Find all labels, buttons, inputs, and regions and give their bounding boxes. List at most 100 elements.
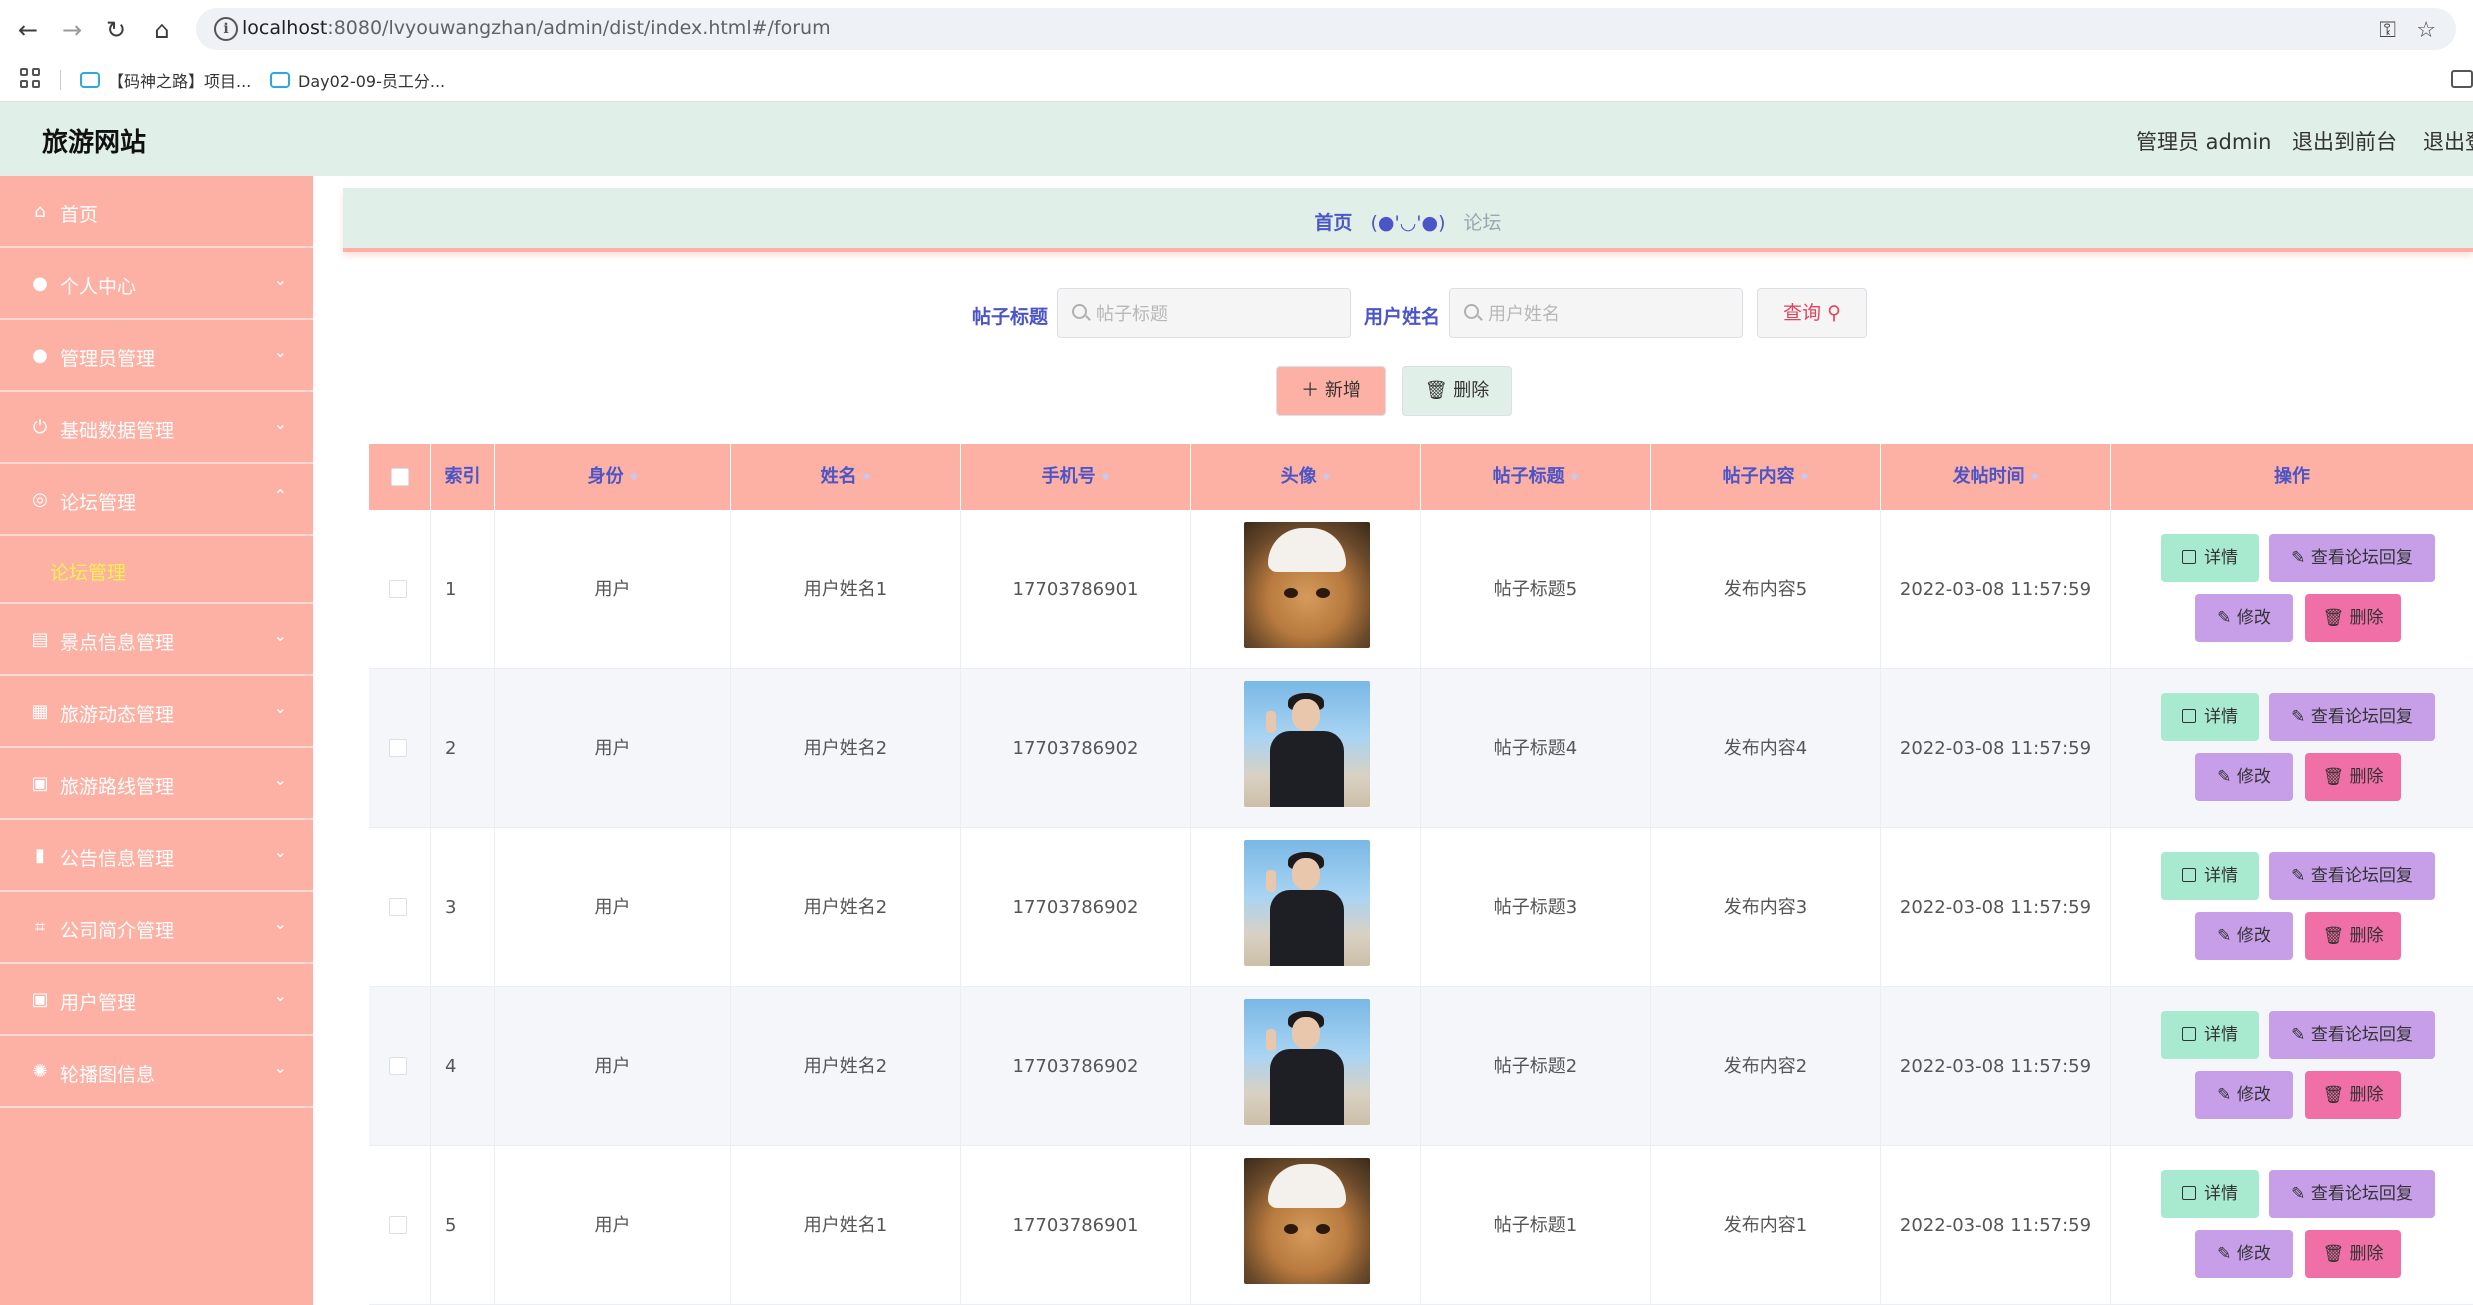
column-header[interactable]: 发帖时间 ◆ <box>1881 444 2111 510</box>
row-checkbox[interactable] <box>389 739 407 757</box>
index-cell: 4 <box>431 987 495 1146</box>
column-label: 操作 <box>2274 466 2310 487</box>
back-icon[interactable]: ← <box>12 14 44 46</box>
row-checkbox[interactable] <box>389 1057 407 1075</box>
edit-button[interactable]: ✎ 修改 <box>2195 1230 2293 1278</box>
query-button[interactable]: 查询 ⚲ <box>1757 288 1867 338</box>
avatar[interactable] <box>1244 999 1370 1125</box>
logout-link[interactable]: 退出登录 <box>2423 126 2473 156</box>
delete-selected-button[interactable]: 🗑 删除 <box>1402 366 1512 416</box>
detail-button[interactable]: 详情 <box>2161 852 2259 900</box>
forward-icon[interactable]: → <box>56 14 88 46</box>
key-icon[interactable]: ⚿ <box>2379 18 2396 43</box>
sidebar-item-routes[interactable]: ▣ 旅游路线管理 ⌄ <box>0 748 313 820</box>
breadcrumb-current: 论坛 <box>1463 212 1502 234</box>
view-replies-button[interactable]: ✎ 查看论坛回复 <box>2269 1011 2435 1059</box>
column-header[interactable]: 帖子标题 ◆ <box>1421 444 1651 510</box>
select-all-checkbox[interactable] <box>391 468 409 486</box>
delete-label: 删除 <box>2349 926 2384 946</box>
sidebar-item-attractions[interactable]: ▤ 景点信息管理 ⌄ <box>0 604 313 676</box>
sidebar-item-carousel[interactable]: ✺ 轮播图信息 ⌄ <box>0 1036 313 1108</box>
row-checkbox[interactable] <box>389 898 407 916</box>
operations-cell: 详情 ✎ 查看论坛回复 ✎ 修改 🗑 删除 <box>2111 669 2473 828</box>
detail-label: 详情 <box>2204 1184 2238 1204</box>
folder-icon[interactable] <box>2451 70 2473 88</box>
bookmark-item[interactable]: 【码神之路】项目... <box>80 68 251 92</box>
detail-button[interactable]: 详情 <box>2161 534 2259 582</box>
view-replies-button[interactable]: ✎ 查看论坛回复 <box>2269 1170 2435 1218</box>
sidebar-item-profile[interactable]: ● 个人中心 ⌄ <box>0 248 313 320</box>
sidebar-item-company[interactable]: ⌗ 公司简介管理 ⌄ <box>0 892 313 964</box>
bookmark-item[interactable]: Day02-09-员工分... <box>270 68 445 92</box>
row-checkbox[interactable] <box>389 1216 407 1234</box>
name-search-field[interactable] <box>1449 288 1743 338</box>
sidebar-item-users[interactable]: ▣ 用户管理 ⌄ <box>0 964 313 1036</box>
sidebar-item-admins[interactable]: ● 管理员管理 ⌄ <box>0 320 313 392</box>
sidebar-item-home[interactable]: ⌂ 首页 <box>0 176 313 248</box>
delete-button[interactable]: 🗑 删除 <box>2305 753 2401 801</box>
view-replies-button[interactable]: ✎ 查看论坛回复 <box>2269 693 2435 741</box>
sort-icon[interactable]: ◆ <box>1102 472 1110 482</box>
edit-label: 修改 <box>2236 1244 2271 1264</box>
address-bar[interactable]: i localhost:8080/lvyouwangzhan/admin/dis… <box>196 8 2456 50</box>
avatar[interactable] <box>1244 840 1370 966</box>
column-header[interactable]: 身份 ◆ <box>495 444 731 510</box>
sidebar-item-base-data[interactable]: ⏻ 基础数据管理 ⌄ <box>0 392 313 464</box>
sidebar-item-label: 论坛管理 <box>60 492 137 514</box>
add-button[interactable]: ＋ 新增 <box>1276 366 1386 416</box>
breadcrumb-home[interactable]: 首页 <box>1314 212 1352 234</box>
admin-label: 管理员 admin <box>2136 130 2272 154</box>
delete-button[interactable]: 🗑 删除 <box>2305 1071 2401 1119</box>
url-text[interactable]: localhost:8080/lvyouwangzhan/admin/dist/… <box>242 17 831 39</box>
view-replies-button[interactable]: ✎ 查看论坛回复 <box>2269 534 2435 582</box>
home-nav-icon[interactable]: ⌂ <box>146 14 178 46</box>
sidebar-subitem-forum[interactable]: 论坛管理 <box>0 536 313 604</box>
bookmark-separator <box>60 70 61 90</box>
column-header[interactable]: 手机号 ◆ <box>961 444 1191 510</box>
edit-button[interactable]: ✎ 修改 <box>2195 594 2293 642</box>
column-header[interactable]: 帖子内容 ◆ <box>1651 444 1881 510</box>
column-label: 手机号 <box>1041 466 1096 487</box>
detail-button[interactable]: 详情 <box>2161 1011 2259 1059</box>
apps-grid-icon[interactable] <box>20 68 42 90</box>
column-header[interactable]: 头像 ◆ <box>1191 444 1421 510</box>
main-content: 首页 (●'◡'●) 论坛 帖子标题 用户姓名 查询 ⚲ ＋ 新增 🗑 删除 索… <box>313 176 2473 1305</box>
power-icon: ⏻ <box>32 417 48 438</box>
reload-icon[interactable]: ↻ <box>100 14 132 46</box>
post-content-cell: 发布内容5 <box>1651 510 1881 669</box>
title-search-field[interactable] <box>1057 288 1351 338</box>
sort-icon[interactable]: ◆ <box>1801 472 1809 482</box>
to-front-link[interactable]: 退出到前台 <box>2292 126 2397 156</box>
sidebar-item-travel-news[interactable]: ▦ 旅游动态管理 ⌄ <box>0 676 313 748</box>
sidebar-item-notices[interactable]: ▮ 公告信息管理 ⌄ <box>0 820 313 892</box>
avatar-cell <box>1191 828 1421 987</box>
operations-cell: 详情 ✎ 查看论坛回复 ✎ 修改 🗑 删除 <box>2111 1146 2473 1305</box>
avatar[interactable] <box>1244 1158 1370 1284</box>
breadcrumb-text: 首页 (●'◡'●) 论坛 <box>343 208 2473 235</box>
avatar[interactable] <box>1244 522 1370 648</box>
sort-icon[interactable]: ◆ <box>2031 472 2039 482</box>
sidebar-item-label: 公告信息管理 <box>60 848 175 870</box>
delete-button[interactable]: 🗑 删除 <box>2305 912 2401 960</box>
detail-button[interactable]: 详情 <box>2161 1170 2259 1218</box>
row-checkbox[interactable] <box>389 580 407 598</box>
post-time-cell: 2022-03-08 11:57:59 <box>1881 987 2111 1146</box>
delete-button[interactable]: 🗑 删除 <box>2305 1230 2401 1278</box>
site-info-icon[interactable]: i <box>214 17 238 41</box>
sort-icon[interactable]: ◆ <box>1571 472 1579 482</box>
edit-button[interactable]: ✎ 修改 <box>2195 1071 2293 1119</box>
sort-icon[interactable]: ◆ <box>630 472 638 482</box>
sort-icon[interactable]: ◆ <box>1323 472 1331 482</box>
sidebar-item-forum[interactable]: ◎ 论坛管理 ⌃ <box>0 464 313 536</box>
edit-button[interactable]: ✎ 修改 <box>2195 912 2293 960</box>
name-search-input[interactable] <box>1488 301 1728 327</box>
column-header[interactable]: 姓名 ◆ <box>731 444 961 510</box>
star-icon[interactable]: ☆ <box>2416 18 2436 43</box>
delete-button[interactable]: 🗑 删除 <box>2305 594 2401 642</box>
title-search-input[interactable] <box>1096 301 1336 327</box>
sort-icon[interactable]: ◆ <box>863 472 871 482</box>
edit-button[interactable]: ✎ 修改 <box>2195 753 2293 801</box>
view-replies-button[interactable]: ✎ 查看论坛回复 <box>2269 852 2435 900</box>
avatar[interactable] <box>1244 681 1370 807</box>
detail-button[interactable]: 详情 <box>2161 693 2259 741</box>
